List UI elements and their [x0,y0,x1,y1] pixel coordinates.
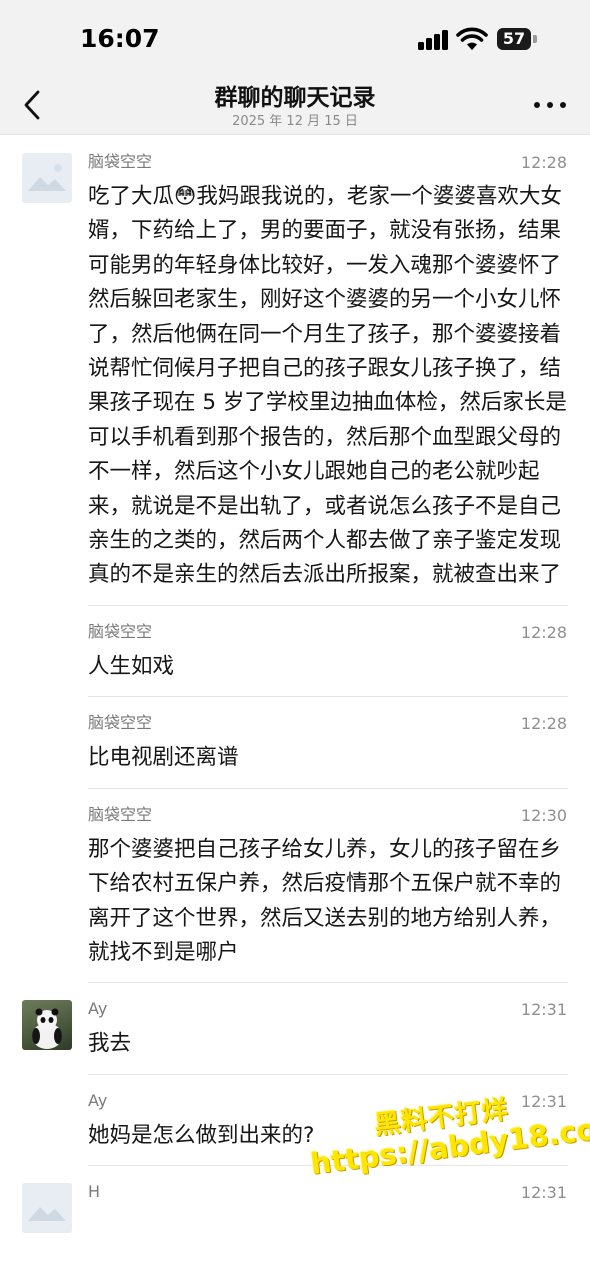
sender-name: 脑袋空空 [88,152,153,171]
sender-name: Ay [88,999,108,1019]
message-text: 吃了大瓜😳我妈跟我说的，老家一个婆婆喜欢大女婿，下药给上了，男的要面子，就没有张… [88,184,567,588]
nav-title-group: 群聊的聊天记录 2025 年 12 月 15 日 [0,80,590,130]
message-item[interactable]: 脑袋空空 12:28 吃了大瓜😳我妈跟我说的，老家一个婆婆喜欢大女婿，下药给上了… [0,136,590,606]
sender-name: 脑袋空空 [88,804,153,824]
back-chevron-icon[interactable] [14,82,54,126]
wifi-icon [456,27,488,50]
avatar-image-icon [22,1183,72,1234]
message-text: 她妈是怎么做到出来的? [88,1122,315,1148]
avatar[interactable] [22,1000,72,1051]
more-options-icon[interactable] [530,92,570,122]
panda-avatar-icon [32,1008,62,1050]
message-time: 12:31 [520,1091,567,1111]
message-time: 12:28 [520,153,567,172]
battery-level: 57 [502,29,526,48]
message-time: 12:28 [520,622,567,642]
nav-bar: 群聊的聊天记录 2025 年 12 月 15 日 [0,80,590,135]
sender-name: 脑袋空空 [88,621,153,641]
message-list: 脑袋空空 12:28 吃了大瓜😳我妈跟我说的，老家一个婆婆喜欢大女婿，下药给上了… [0,136,590,1234]
status-bar: 16:07 57 [0,0,590,80]
avatar-image-icon [22,153,72,203]
message-time: 12:31 [520,1000,567,1020]
sender-name: 脑袋空空 [88,713,153,733]
sender-name: H [88,1182,101,1202]
avatar[interactable] [22,1183,72,1234]
message-time: 12:28 [520,714,567,734]
message-text: 那个婆婆把自己孩子给女儿养，女儿的孩子留在乡下给农村五保户养，然后疫情那个五保户… [88,836,562,965]
status-time: 16:07 [80,24,160,53]
message-text: 我去 [88,1031,132,1057]
page-date: 2025 年 12 月 15 日 [232,114,358,129]
battery-icon: 57 [497,28,531,50]
message-text: 人生如戏 [88,653,175,679]
message-item[interactable]: Ay 12:31 她妈是怎么做到出来的? [0,1075,590,1167]
page-title: 群聊的聊天记录 [214,85,376,111]
cellular-signal-icon [418,28,450,50]
message-time: 12:31 [520,1183,567,1203]
battery-tip [533,35,537,43]
message-time: 12:30 [520,805,567,825]
message-text: 比电视剧还离谱 [88,745,239,771]
message-item[interactable]: H 12:31 [0,1166,590,1234]
message-item[interactable]: Ay 12:31 我去 [0,983,590,1075]
message-item[interactable]: 脑袋空空 12:30 那个婆婆把自己孩子给女儿养，女儿的孩子留在乡下给农村五保户… [0,789,590,984]
avatar[interactable] [22,153,72,203]
sender-name: Ay [88,1090,108,1110]
message-item[interactable]: 脑袋空空 12:28 人生如戏 [0,606,590,698]
message-item[interactable]: 脑袋空空 12:28 比电视剧还离谱 [0,697,590,789]
